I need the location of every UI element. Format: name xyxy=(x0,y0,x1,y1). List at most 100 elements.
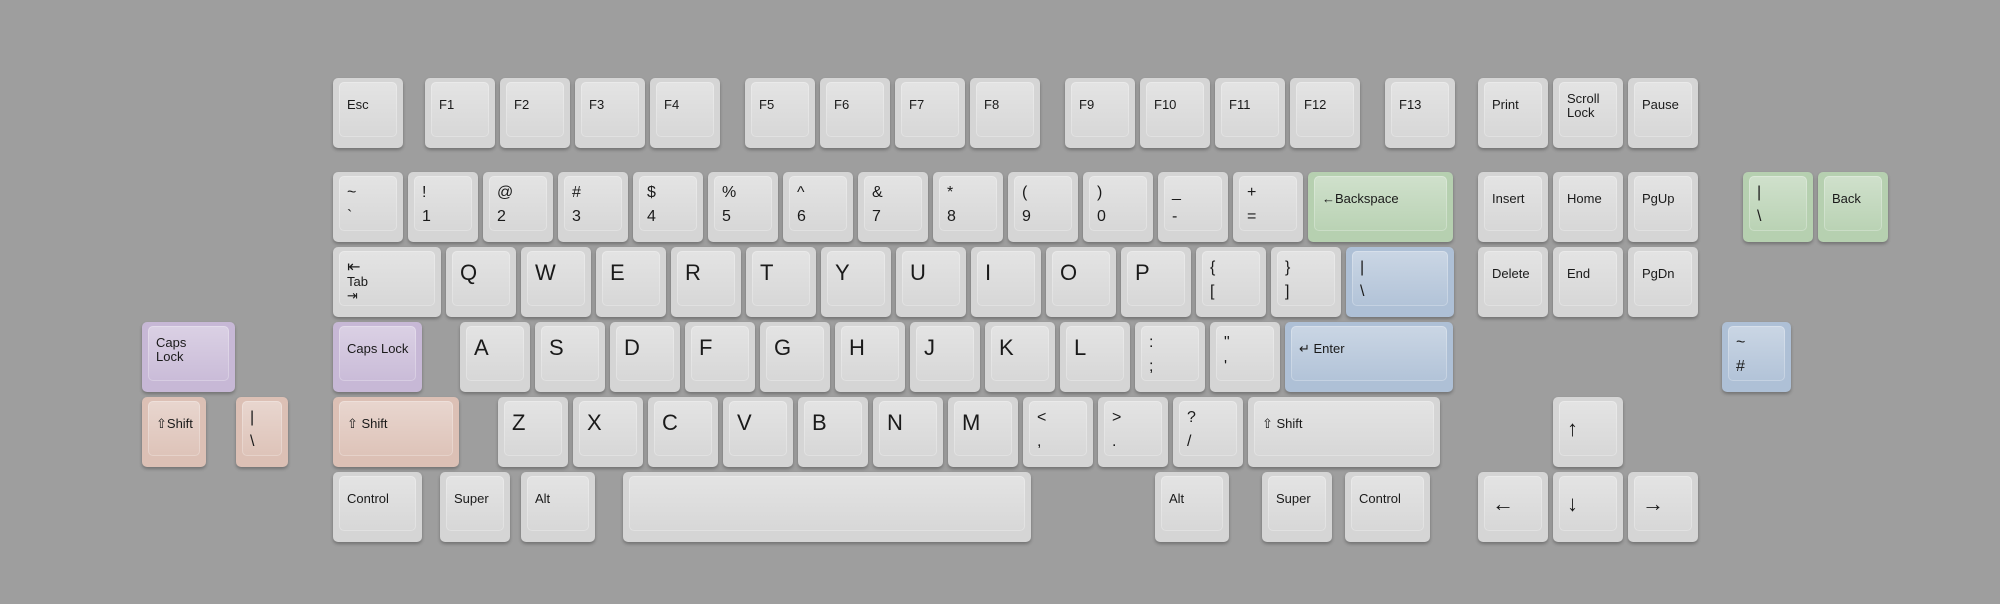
key-t[interactable]: T xyxy=(746,247,816,317)
key-f6[interactable]: F6 xyxy=(820,78,890,148)
key-1[interactable]: ! 1 xyxy=(408,172,478,242)
key-shift-left[interactable]: ⇧ Shift xyxy=(333,397,460,467)
key-print[interactable]: Print xyxy=(1478,78,1548,148)
key-control-right[interactable]: Control xyxy=(1345,472,1430,542)
key-legend: F5 xyxy=(759,97,775,112)
key-f10[interactable]: F10 xyxy=(1140,78,1210,148)
key-caps-lock[interactable]: Caps Lock xyxy=(333,322,422,392)
key-5[interactable]: % 5 xyxy=(708,172,778,242)
key-d[interactable]: D xyxy=(610,322,680,392)
key-arrow-down[interactable]: ↓ xyxy=(1553,472,1623,542)
key-e[interactable]: E xyxy=(596,247,666,317)
key-iso-hash[interactable]: ~ # xyxy=(1722,322,1791,392)
key-p[interactable]: P xyxy=(1121,247,1191,317)
key-q[interactable]: Q xyxy=(446,247,516,317)
key-legend: Alt xyxy=(1169,491,1185,506)
key-minus[interactable]: _ - xyxy=(1158,172,1228,242)
key-space[interactable] xyxy=(623,472,1031,542)
key-caps-lock-alt[interactable]: Caps Lock xyxy=(142,322,235,392)
key-pause[interactable]: Pause xyxy=(1628,78,1698,148)
key-f2[interactable]: F2 xyxy=(500,78,570,148)
key-k[interactable]: K xyxy=(985,322,1055,392)
key-s[interactable]: S xyxy=(535,322,605,392)
key-tab[interactable]: ⇤ Tab ⇥ xyxy=(333,247,441,317)
key-backslash[interactable]: | \ xyxy=(1346,247,1454,317)
key-scroll-lock[interactable]: Scroll Lock xyxy=(1553,78,1623,148)
key-u[interactable]: U xyxy=(896,247,966,317)
key-9[interactable]: (9 xyxy=(1008,172,1078,242)
key-f[interactable]: F xyxy=(685,322,755,392)
key-delete[interactable]: Delete xyxy=(1478,247,1548,317)
key-slash[interactable]: ? / xyxy=(1173,397,1243,467)
key-alt-right[interactable]: Alt xyxy=(1155,472,1229,542)
key-pgdn[interactable]: PgDn xyxy=(1628,247,1698,317)
key-arrow-right[interactable]: → xyxy=(1628,472,1698,542)
key-iso-backslash[interactable]: | \ xyxy=(236,397,288,467)
key-lbracket[interactable]: {[ xyxy=(1196,247,1266,317)
key-b[interactable]: B xyxy=(798,397,868,467)
key-n[interactable]: N xyxy=(873,397,943,467)
key-legend: I xyxy=(985,260,992,285)
key-backspace[interactable]: ←Backspace xyxy=(1308,172,1453,242)
key-f12[interactable]: F12 xyxy=(1290,78,1360,148)
key-m[interactable]: M xyxy=(948,397,1018,467)
key-legend-bottom: [ xyxy=(1210,283,1215,300)
key-home[interactable]: Home xyxy=(1553,172,1623,242)
key-r[interactable]: R xyxy=(671,247,741,317)
key-f8[interactable]: F8 xyxy=(970,78,1040,148)
key-enter[interactable]: ↵ Enter xyxy=(1285,322,1453,392)
key-quote[interactable]: " ' xyxy=(1210,322,1280,392)
key-4[interactable]: $4 xyxy=(633,172,703,242)
key-v[interactable]: V xyxy=(723,397,793,467)
key-7[interactable]: & 7 xyxy=(858,172,928,242)
key-j[interactable]: J xyxy=(910,322,980,392)
key-esc[interactable]: Esc xyxy=(333,78,403,148)
key-g[interactable]: G xyxy=(760,322,830,392)
key-equal[interactable]: + = xyxy=(1233,172,1303,242)
key-6[interactable]: ^ 6 xyxy=(783,172,853,242)
key-h[interactable]: H xyxy=(835,322,905,392)
key-legend-top: @ xyxy=(497,184,514,201)
key-legend-bottom: . xyxy=(1112,433,1117,450)
key-semicolon[interactable]: :; xyxy=(1135,322,1205,392)
key-f4[interactable]: F4 xyxy=(650,78,720,148)
key-rbracket[interactable]: }] xyxy=(1271,247,1341,317)
key-super-left[interactable]: Super xyxy=(440,472,510,542)
key-f11[interactable]: F11 xyxy=(1215,78,1285,148)
key-f5[interactable]: F5 xyxy=(745,78,815,148)
key-f7[interactable]: F7 xyxy=(895,78,965,148)
key-f9[interactable]: F9 xyxy=(1065,78,1135,148)
key-a[interactable]: A xyxy=(460,322,530,392)
key-period[interactable]: >. xyxy=(1098,397,1168,467)
key-legend-top: % xyxy=(722,184,737,201)
key-f3[interactable]: F3 xyxy=(575,78,645,148)
key-8[interactable]: * 8 xyxy=(933,172,1003,242)
key-tilde[interactable]: ~ ` xyxy=(333,172,403,242)
key-f13[interactable]: F13 xyxy=(1385,78,1455,148)
key-y[interactable]: Y xyxy=(821,247,891,317)
key-o[interactable]: O xyxy=(1046,247,1116,317)
key-pgup[interactable]: PgUp xyxy=(1628,172,1698,242)
key-arrow-left[interactable]: ← xyxy=(1478,472,1548,542)
key-end[interactable]: End xyxy=(1553,247,1623,317)
key-arrow-up[interactable]: ↑ xyxy=(1553,397,1623,467)
key-back[interactable]: Back xyxy=(1818,172,1888,242)
key-3[interactable]: #3 xyxy=(558,172,628,242)
key-x[interactable]: X xyxy=(573,397,643,467)
key-0[interactable]: ) 0 xyxy=(1083,172,1153,242)
key-l[interactable]: L xyxy=(1060,322,1130,392)
key-c[interactable]: C xyxy=(648,397,718,467)
key-control-left[interactable]: Control xyxy=(333,472,422,542)
key-z[interactable]: Z xyxy=(498,397,568,467)
key-comma[interactable]: <, xyxy=(1023,397,1093,467)
key-2[interactable]: @2 xyxy=(483,172,553,242)
key-split-backslash[interactable]: | \ xyxy=(1743,172,1813,242)
key-insert[interactable]: Insert xyxy=(1478,172,1548,242)
key-i[interactable]: I xyxy=(971,247,1041,317)
key-w[interactable]: W xyxy=(521,247,591,317)
key-alt-left[interactable]: Alt xyxy=(521,472,595,542)
key-f1[interactable]: F1 xyxy=(425,78,495,148)
key-shift-right[interactable]: ⇧ Shift xyxy=(1248,397,1440,467)
key-shift-left-short[interactable]: ⇧Shift xyxy=(142,397,206,467)
key-super-right[interactable]: Super xyxy=(1262,472,1332,542)
